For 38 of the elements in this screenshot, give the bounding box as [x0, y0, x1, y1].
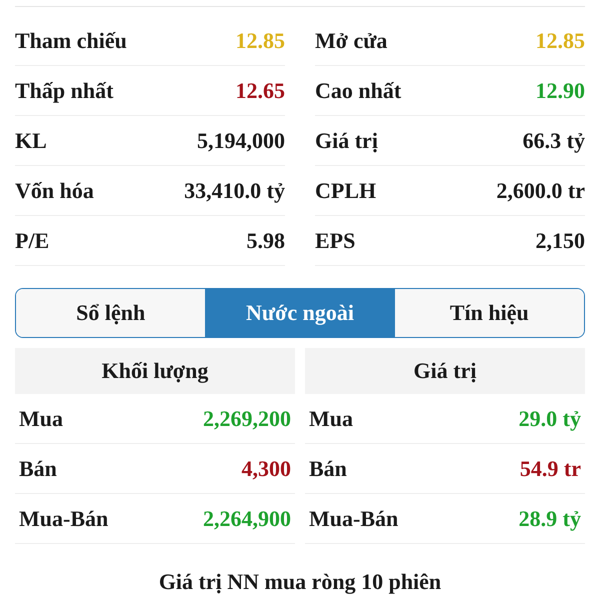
stat-label: Thấp nhất — [15, 78, 114, 104]
stat-label: Tham chiếu — [15, 28, 127, 54]
row-value: 2,269,200 — [203, 406, 291, 432]
row-label: Mua-Bán — [309, 506, 398, 532]
tab[interactable]: Tín hiệu — [394, 289, 584, 337]
stat-value: 2,150 — [536, 228, 585, 254]
column-header: Khối lượng — [15, 348, 295, 394]
stat-value: 33,410.0 tỷ — [184, 178, 285, 204]
stat-value: 12.90 — [536, 78, 585, 104]
tab[interactable]: Sổ lệnh — [16, 289, 206, 337]
tab[interactable]: Nước ngoài — [205, 289, 395, 337]
column-header: Giá trị — [305, 348, 585, 394]
row-value: 29.0 tỷ — [518, 406, 581, 432]
row-value: 2,264,900 — [203, 506, 291, 532]
row-value: 54.9 tr — [520, 456, 581, 482]
row-label: Mua — [19, 406, 63, 432]
row-label: Mua — [309, 406, 353, 432]
stat-label: P/E — [15, 228, 50, 254]
row-label: Mua-Bán — [19, 506, 108, 532]
stat-value: 2,600.0 tr — [496, 178, 585, 204]
stat-value: 5.98 — [246, 228, 285, 254]
row-value: 4,300 — [242, 456, 291, 482]
stat-label: Vốn hóa — [15, 178, 94, 204]
stat-value: 66.3 tỷ — [522, 128, 585, 154]
stat-value: 12.85 — [236, 28, 285, 54]
stat-label: Mở cửa — [315, 28, 388, 54]
stat-label: Giá trị — [315, 128, 378, 154]
stat-label: EPS — [315, 228, 356, 254]
section-title: Giá trị NN mua ròng 10 phiên — [158, 570, 442, 594]
stat-label: Cao nhất — [315, 78, 402, 104]
stat-value: 12.85 — [536, 28, 585, 54]
row-label: Bán — [309, 456, 347, 482]
stat-label: KL — [15, 128, 47, 154]
row-value: 28.9 tỷ — [518, 506, 581, 532]
stat-value: 5,194,000 — [197, 128, 285, 154]
stat-value: 12.65 — [236, 78, 285, 104]
row-label: Bán — [19, 456, 57, 482]
stat-label: CPLH — [315, 178, 376, 204]
